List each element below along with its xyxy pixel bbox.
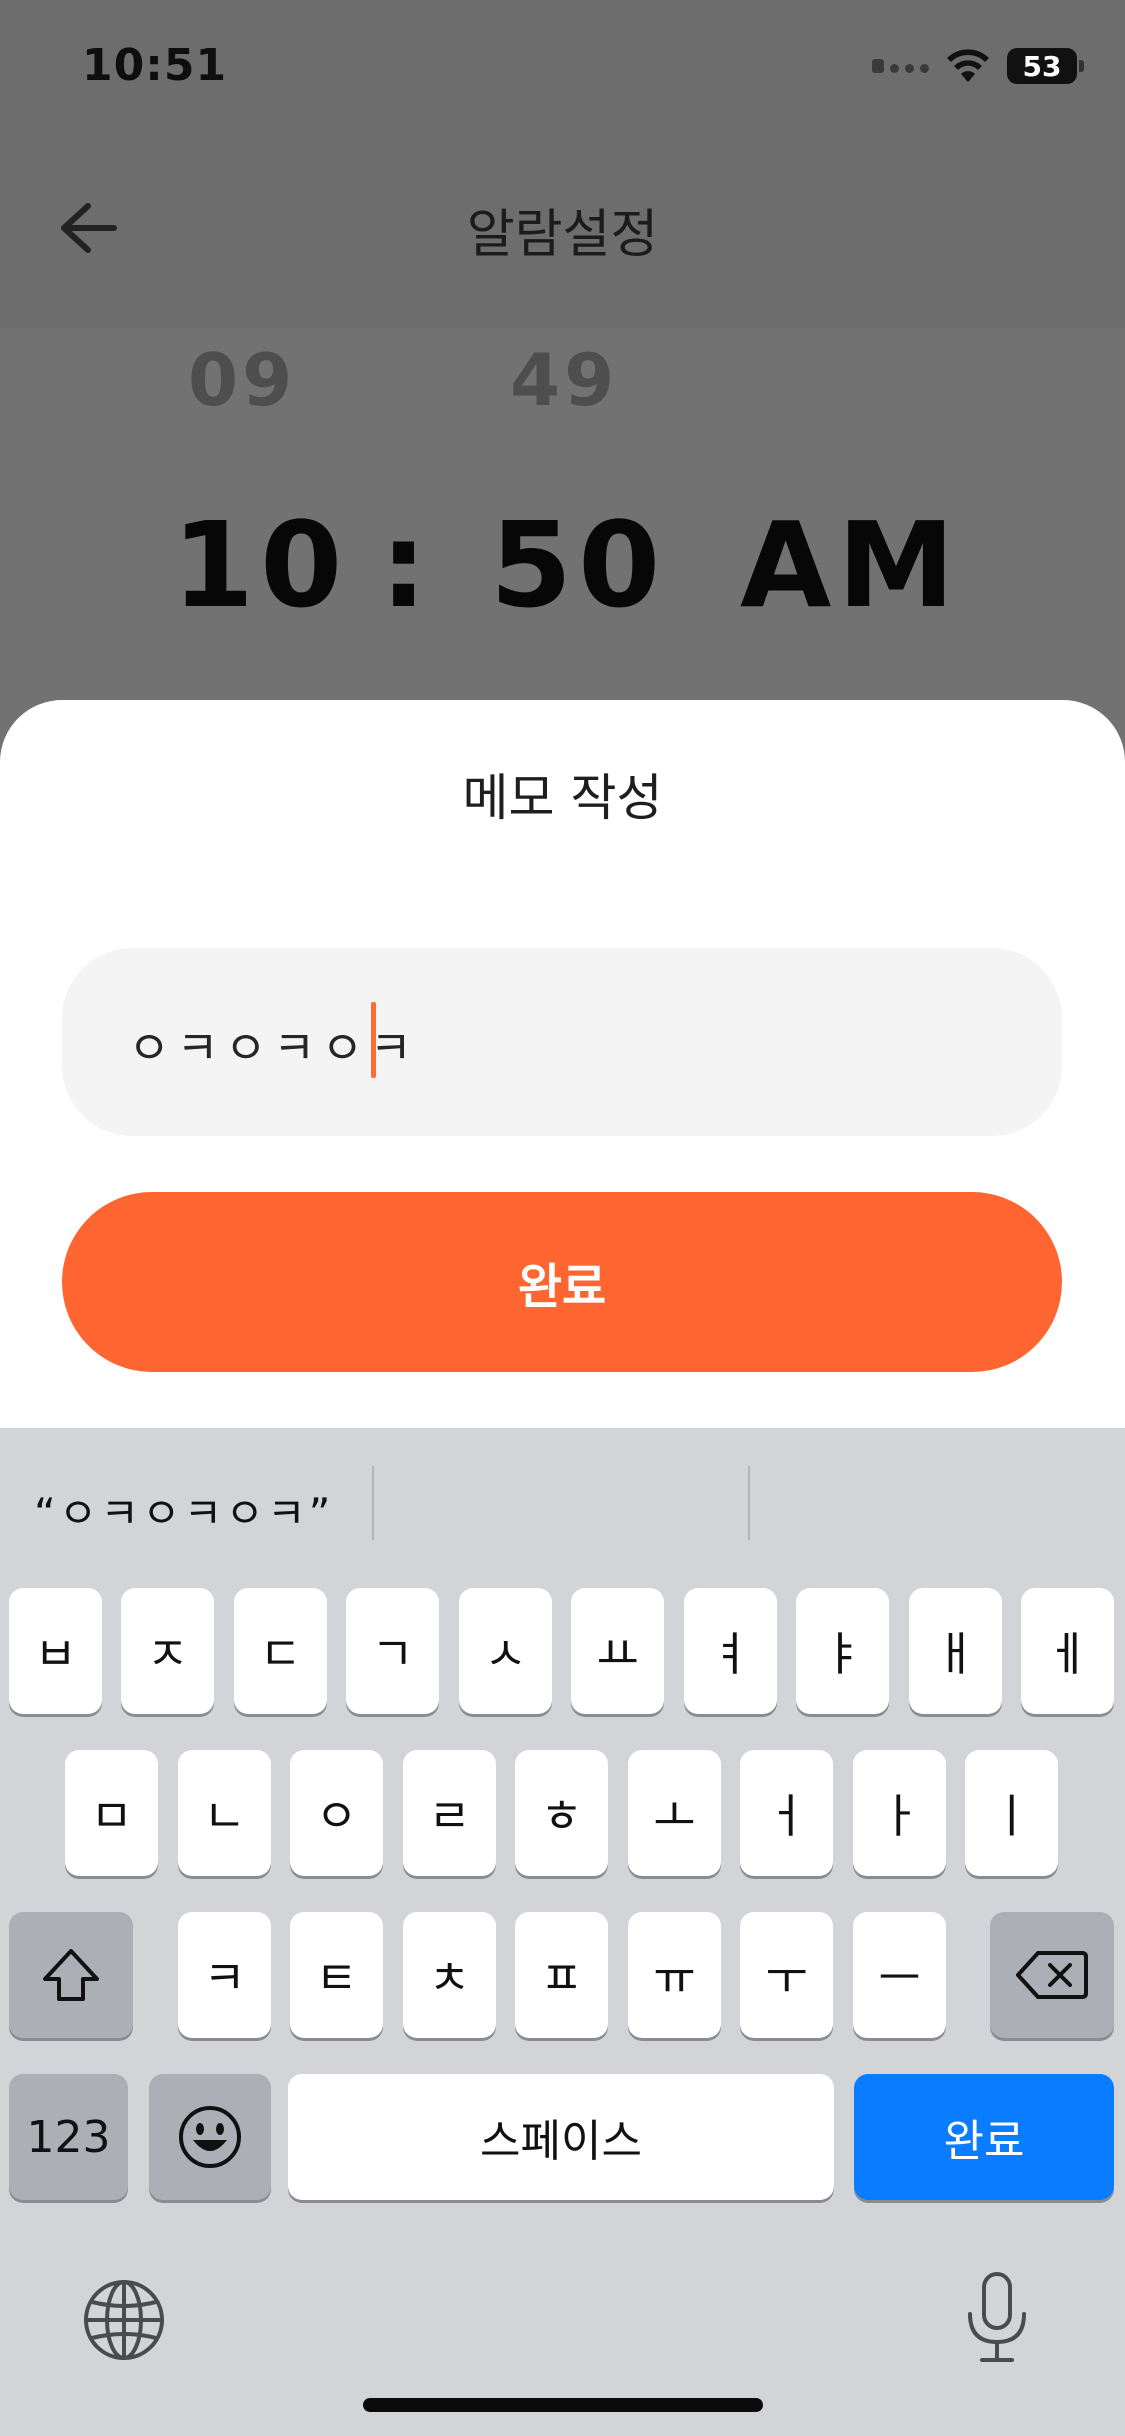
picker-period[interactable]: AM bbox=[740, 496, 961, 634]
home-indicator[interactable] bbox=[363, 2398, 763, 2412]
key-letter[interactable]: ㅅ bbox=[459, 1588, 552, 1714]
key-letter[interactable]: ㅣ bbox=[965, 1750, 1058, 1876]
key-letter[interactable]: ㅔ bbox=[1021, 1588, 1114, 1714]
key-letter[interactable]: ㅊ bbox=[403, 1912, 496, 2038]
emoji-icon bbox=[179, 2106, 241, 2168]
picker-prev-hour[interactable]: 09 bbox=[188, 338, 296, 422]
memo-input[interactable]: ㅇㅋㅇㅋㅇㅋ bbox=[62, 948, 1062, 1136]
return-key[interactable]: 완료 bbox=[854, 2074, 1114, 2200]
suggestion-item[interactable]: “ㅇㅋㅇㅋㅇㅋ” bbox=[34, 1480, 333, 1541]
key-letter[interactable]: ㅓ bbox=[740, 1750, 833, 1876]
numbers-key[interactable]: 123 bbox=[9, 2074, 128, 2200]
battery-icon: 53 bbox=[1007, 48, 1084, 84]
key-letter[interactable]: ㅋ bbox=[178, 1912, 271, 2038]
key-letter[interactable]: ㅎ bbox=[515, 1750, 608, 1876]
key-letter[interactable]: ㅕ bbox=[684, 1588, 777, 1714]
key-letter[interactable]: ㄹ bbox=[403, 1750, 496, 1876]
done-button-label: 완료 bbox=[517, 1259, 607, 1315]
backspace-icon bbox=[1016, 1951, 1088, 1999]
key-letter[interactable]: ㅇ bbox=[290, 1750, 383, 1876]
key-letter[interactable]: ㅑ bbox=[796, 1588, 889, 1714]
key-letter[interactable]: ㅍ bbox=[515, 1912, 608, 2038]
picker-minute[interactable]: 50 bbox=[490, 496, 666, 634]
key-letter[interactable]: ㄷ bbox=[234, 1588, 327, 1714]
key-letter[interactable]: ㅛ bbox=[571, 1588, 664, 1714]
time-picker[interactable]: 09 49 10 : 50 AM bbox=[0, 328, 1125, 708]
key-letter[interactable]: ㅂ bbox=[9, 1588, 102, 1714]
shift-icon bbox=[43, 1949, 99, 2001]
key-letter[interactable]: ㄱ bbox=[346, 1588, 439, 1714]
status-icons: 53 bbox=[872, 48, 1084, 84]
key-letter[interactable]: ㅏ bbox=[853, 1750, 946, 1876]
key-letter[interactable]: ㅠ bbox=[628, 1912, 721, 2038]
app-header: 알람설정 bbox=[0, 140, 1125, 328]
key-letter[interactable]: ㅁ bbox=[65, 1750, 158, 1876]
korean-keyboard: “ㅇㅋㅇㅋㅇㅋ” ㅂ ㅈ ㄷ ㄱ ㅅ ㅛ ㅕ ㅑ ㅐ ㅔ ㅁ ㄴ ㅇ ㄹ ㅎ ㅗ… bbox=[0, 1428, 1125, 2436]
backspace-key[interactable] bbox=[990, 1912, 1114, 2038]
cellular-signal-icon bbox=[872, 59, 929, 73]
text-caret bbox=[371, 1002, 376, 1078]
key-letter[interactable]: ㅡ bbox=[853, 1912, 946, 2038]
suggestion-divider bbox=[748, 1466, 750, 1540]
globe-icon[interactable] bbox=[82, 2278, 166, 2362]
suggestion-divider bbox=[372, 1466, 374, 1540]
memo-bottom-sheet: 메모 작성 ㅇㅋㅇㅋㅇㅋ 완료 bbox=[0, 700, 1125, 1430]
space-key[interactable]: 스페이스 bbox=[288, 2074, 834, 2200]
key-letter[interactable]: ㅌ bbox=[290, 1912, 383, 2038]
done-button[interactable]: 완료 bbox=[62, 1192, 1062, 1372]
key-letter[interactable]: ㅐ bbox=[909, 1588, 1002, 1714]
microphone-icon[interactable] bbox=[962, 2270, 1032, 2366]
picker-separator: : bbox=[380, 496, 434, 634]
key-letter[interactable]: ㅈ bbox=[121, 1588, 214, 1714]
sheet-title: 메모 작성 bbox=[462, 769, 663, 827]
page-title: 알람설정 bbox=[466, 205, 659, 265]
key-letter[interactable]: ㄴ bbox=[178, 1750, 271, 1876]
shift-key[interactable] bbox=[9, 1912, 133, 2038]
key-letter[interactable]: ㅗ bbox=[628, 1750, 721, 1876]
status-time: 10:51 bbox=[82, 40, 228, 91]
picker-hour[interactable]: 10 bbox=[172, 496, 348, 634]
emoji-key[interactable] bbox=[149, 2074, 271, 2200]
suggestion-bar: “ㅇㅋㅇㅋㅇㅋ” bbox=[0, 1428, 1125, 1578]
status-bar: 10:51 53 bbox=[0, 0, 1125, 140]
wifi-icon bbox=[947, 49, 989, 82]
key-letter[interactable]: ㅜ bbox=[740, 1912, 833, 2038]
picker-prev-minute[interactable]: 49 bbox=[510, 338, 618, 422]
